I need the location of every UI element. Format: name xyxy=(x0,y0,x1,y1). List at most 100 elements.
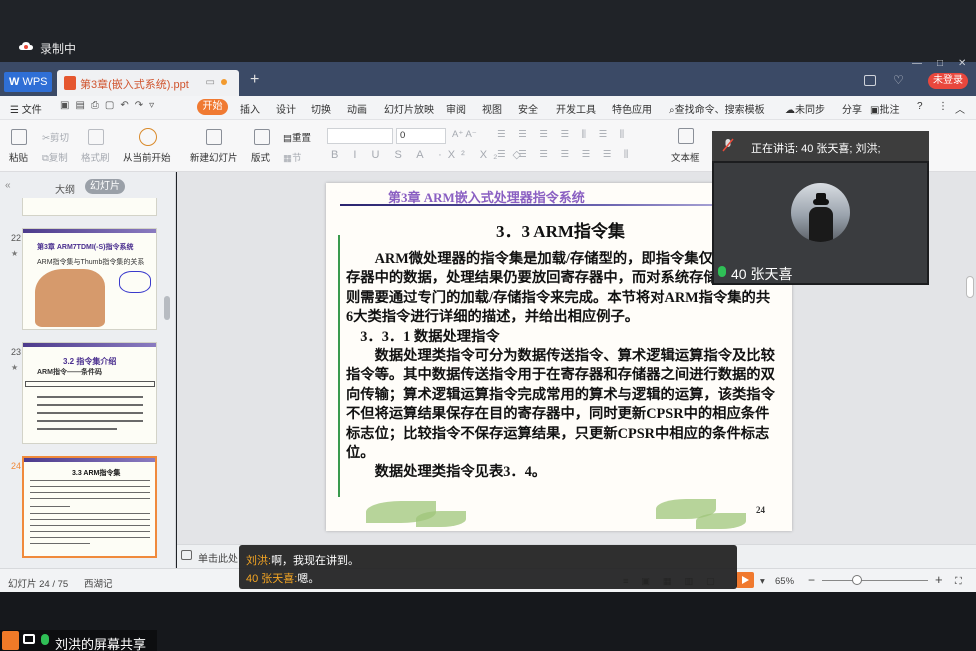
menu-tab-start[interactable]: 开始 xyxy=(197,99,228,115)
hamburger-icon: ☰ xyxy=(10,105,19,116)
tab-slides[interactable]: 幻灯片 xyxy=(85,179,125,194)
unsaved-dot-icon[interactable] xyxy=(221,79,227,85)
collapse-ribbon-icon[interactable]: ︿ xyxy=(955,101,965,116)
copy-label: 复制 xyxy=(48,153,68,164)
menu-tab-security[interactable]: 安全 xyxy=(518,101,538,116)
menu-tab-design[interactable]: 设计 xyxy=(276,101,296,116)
zoom-level[interactable]: 65% xyxy=(775,576,794,587)
comment-label: 批注 xyxy=(879,105,900,116)
section-label: 节 xyxy=(291,153,302,164)
zoom-slider-handle[interactable] xyxy=(852,575,862,585)
quick-access-icons[interactable]: ▣▤⎙▢↶↷▿ xyxy=(60,100,160,111)
menu-tab-review[interactable]: 审阅 xyxy=(446,101,466,116)
menu-tab-transition[interactable]: 切换 xyxy=(311,101,331,116)
screen-share-label: 刘洪的屏幕共享 xyxy=(55,637,147,651)
section-icon: ▦ xyxy=(283,153,292,164)
zoom-slider[interactable] xyxy=(822,580,928,581)
comment-button[interactable]: ▣批注 xyxy=(870,101,899,116)
maximize-icon[interactable]: □ xyxy=(937,58,943,69)
slide-paragraph: 数据处理类指令见表3．4。 xyxy=(374,464,547,481)
cut-button[interactable]: ✂剪切 xyxy=(42,130,69,144)
monitor-icon[interactable]: ▭ xyxy=(206,77,215,88)
thumb-subtitle: ARM指令集与Thumb指令集的关系 xyxy=(37,259,145,266)
more-icon[interactable]: ⋮ xyxy=(938,101,948,112)
thumb-title: 3.3 ARM指令集 xyxy=(72,470,121,477)
cloud-record-icon xyxy=(19,42,33,50)
slide-number: 24 xyxy=(11,461,22,471)
slide-number: 23 xyxy=(11,347,22,357)
collapse-panel-icon[interactable]: « xyxy=(5,180,11,191)
play-dropdown-icon[interactable]: ▾ xyxy=(760,576,765,587)
canvas-scrollbar[interactable] xyxy=(966,276,974,298)
menu-tab-devtools[interactable]: 开发工具 xyxy=(556,101,596,116)
skin-icon[interactable]: ♡ xyxy=(893,73,904,87)
format-painter-icon[interactable] xyxy=(88,129,104,145)
mic-on-icon xyxy=(41,634,49,645)
menu-tab-slideshow[interactable]: 幻灯片放映 xyxy=(384,101,434,116)
zoom-out-icon[interactable]: − xyxy=(808,573,815,587)
section-button[interactable]: ▦节 xyxy=(283,150,302,164)
share-button[interactable]: 分享 xyxy=(842,101,862,116)
fit-window-icon[interactable]: ⛶ xyxy=(955,576,962,587)
slide-thumb-21-partial[interactable] xyxy=(22,198,157,216)
slide-thumb-23[interactable]: 3.2 指令集介绍 ARM指令——条件码 xyxy=(22,342,157,444)
notes-placeholder[interactable]: 单击此处 xyxy=(198,550,238,565)
list-format-icons[interactable]: ☰ ☰ ☰ ☰ ⫼ ☰ ⫼ xyxy=(497,129,629,140)
close-window-icon[interactable]: ✕ xyxy=(958,58,966,69)
sync-status[interactable]: ☁未同步 xyxy=(785,101,825,116)
slide-thumb-24[interactable]: 3.3 ARM指令集 xyxy=(22,456,157,558)
document-tab-title: 第3章(嵌入式系统).ppt xyxy=(80,79,189,91)
new-slide-button[interactable]: 新建幻灯片 xyxy=(190,150,238,164)
ppt-file-icon xyxy=(64,76,76,90)
wps-home-tab[interactable]: W WPS xyxy=(4,72,52,92)
reset-icon: ▤ xyxy=(283,133,292,144)
menu-tab-insert[interactable]: 插入 xyxy=(240,101,260,116)
chat-sender: 40 张天喜: xyxy=(246,573,298,585)
mic-on-icon xyxy=(718,266,726,277)
login-button[interactable]: 未登录 xyxy=(928,73,968,89)
cloud-icon: ☁ xyxy=(785,105,795,116)
participant-icon[interactable] xyxy=(2,631,19,650)
menu-tab-view[interactable]: 视图 xyxy=(482,101,502,116)
video-participant-name: 40 张天喜 xyxy=(731,266,793,282)
zoom-in-icon[interactable]: + xyxy=(935,572,943,587)
participant-avatar xyxy=(791,183,850,242)
slideshow-play-button[interactable] xyxy=(736,572,754,588)
slide-paragraph: 数据处理类指令可分为数据传送指令、算术逻辑运算指令及比较指令等。其中数据传送指令… xyxy=(346,348,775,462)
textbox-icon[interactable] xyxy=(678,128,694,144)
paste-button[interactable]: 粘贴 xyxy=(9,150,28,164)
theme-name: 西湖记 xyxy=(84,579,113,590)
slide-thumb-22[interactable]: 第3章 ARM7TDMI(-S)指令系统 ARM指令集与Thumb指令集的关系 xyxy=(22,228,157,330)
font-grow-icon[interactable]: A⁺ A⁻ xyxy=(452,129,477,140)
format-painter-button[interactable]: 格式刷 xyxy=(81,150,110,164)
textbox-button[interactable]: 文本框 xyxy=(671,150,700,164)
font-size-select[interactable]: 0 xyxy=(396,128,446,144)
sync-label: 未同步 xyxy=(795,105,825,116)
menu-tab-animation[interactable]: 动画 xyxy=(347,101,367,116)
reset-button[interactable]: ▤重置 xyxy=(283,130,311,144)
help-button[interactable]: ? xyxy=(917,101,923,112)
new-slide-icon[interactable] xyxy=(206,129,222,145)
document-tab[interactable]: 第3章(嵌入式系统).ppt ▭ xyxy=(57,70,239,96)
menu-tab-features[interactable]: 特色应用 xyxy=(612,101,652,116)
align-icons[interactable]: ☰ ☰ ☰ ☰ ☰ ☰ ⫼ xyxy=(497,149,633,160)
copy-button[interactable]: ⧉复制 xyxy=(42,150,68,164)
slide-subheading: 3．3．1 数据处理指令 xyxy=(360,328,500,345)
layout-icon[interactable] xyxy=(254,129,270,145)
thumb-title: 3.2 指令集介绍 xyxy=(63,357,117,366)
slide-heading: 3．3 ARM指令集 xyxy=(496,222,625,241)
layout-button[interactable]: 版式 xyxy=(251,150,270,164)
font-name-select[interactable] xyxy=(327,128,393,144)
minimize-icon[interactable]: — xyxy=(912,58,922,69)
play-from-current-button[interactable]: 从当前开始 xyxy=(123,150,171,164)
workspace-icon[interactable] xyxy=(864,75,876,86)
play-from-current-icon[interactable] xyxy=(139,128,157,146)
menu-file[interactable]: ☰ 文件 xyxy=(10,101,42,116)
paste-icon[interactable] xyxy=(11,129,27,145)
command-search[interactable]: ⌕查找命令、搜索模板 xyxy=(669,101,765,116)
recording-bar xyxy=(0,0,976,62)
tab-outline[interactable]: 大纲 xyxy=(55,181,75,196)
mic-muted-icon xyxy=(722,138,734,152)
new-tab-icon[interactable]: + xyxy=(250,71,259,89)
thumbnail-scrollbar[interactable] xyxy=(164,296,170,320)
